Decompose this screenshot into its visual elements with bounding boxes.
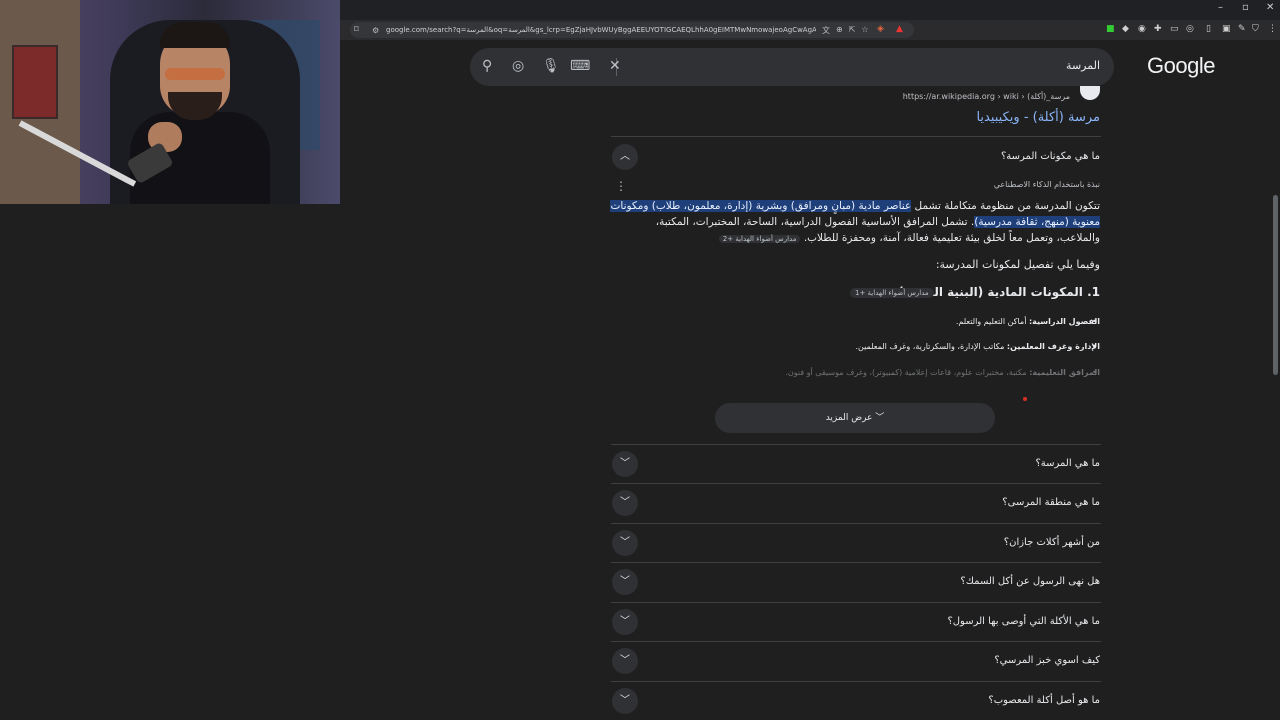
- chevron-down-icon[interactable]: ﹀: [612, 451, 638, 477]
- show-more-button[interactable]: عرض المزيد ﹀: [715, 403, 995, 433]
- extension-icon[interactable]: ■: [1106, 24, 1115, 34]
- source-chip[interactable]: مدارس أضواء الهداية +1: [850, 288, 934, 298]
- url-text: google.com/search?q=المرسة&oq=المرسة&gs_…: [386, 26, 816, 34]
- list-item: الفصول الدراسية: أماكن التعليم والتعلم.: [955, 317, 1100, 326]
- chevron-down-icon[interactable]: ﹀: [612, 688, 638, 714]
- extension-icon[interactable]: ▭: [1170, 24, 1179, 34]
- search-icon[interactable]: ⚲: [482, 58, 492, 74]
- site-info-icon[interactable]: ⚙: [372, 26, 386, 35]
- browser-window: – ▫ ✕ ⌑ ⚙ google.com/search?q=المرسة&oq=…: [340, 0, 1280, 720]
- faq-question[interactable]: ما هي المرسة؟: [1035, 458, 1100, 469]
- divider: [611, 602, 1101, 603]
- browser-toolbar: ⌑ ⚙ google.com/search?q=المرسة&oq=المرسة…: [340, 20, 1280, 40]
- bookmark-icon[interactable]: ⌑: [354, 25, 368, 35]
- keyboard-icon[interactable]: ⌨: [570, 58, 590, 74]
- search-box[interactable]: ⚲ ◎ 🎙 ⌨ ✕ المرسة: [470, 48, 1114, 86]
- extension-icon[interactable]: ◎: [1186, 24, 1194, 34]
- chevron-down-icon[interactable]: ﹀: [612, 490, 638, 516]
- cursor-dot: [1023, 397, 1027, 401]
- scrollbar[interactable]: [1273, 195, 1278, 375]
- chevron-up-icon[interactable]: ︿: [612, 144, 638, 170]
- star-icon[interactable]: ☆: [861, 25, 868, 36]
- divider: [611, 641, 1101, 642]
- chevron-down-icon[interactable]: ﹀: [612, 569, 638, 595]
- faq-question[interactable]: ما هي منطقة المرسى؟: [1002, 497, 1100, 508]
- divider: [611, 483, 1101, 484]
- close-icon[interactable]: ✕: [609, 58, 621, 74]
- result-cite: https://ar.wikipedia.org › wiki › مرسة_(…: [902, 92, 1070, 101]
- translate-icon[interactable]: 文: [822, 25, 830, 36]
- list-item: المرافق التعليمية: مكتبة، مختبرات علوم، …: [785, 368, 1100, 377]
- search-input[interactable]: المرسة: [1066, 59, 1100, 72]
- more-options-icon[interactable]: ⋮: [615, 179, 627, 193]
- sidebar-icon[interactable]: ▯: [1206, 24, 1211, 34]
- restore-icon[interactable]: ▫: [1242, 2, 1249, 13]
- title-bar: – ▫ ✕: [340, 0, 1280, 20]
- leo-icon[interactable]: ✎: [1238, 24, 1246, 34]
- close-window-icon[interactable]: ✕: [1266, 2, 1274, 13]
- details-intro: وفيما يلي تفصيل لمكونات المدرسة:: [935, 258, 1100, 271]
- bullet-dot: •: [1092, 368, 1097, 377]
- ai-answer-paragraph: تتكون المدرسة من منظومة متكاملة تشمل عنا…: [610, 198, 1100, 247]
- search-results-page: Google ⚲ ◎ 🎙 ⌨ ✕ المرسة https://ar.wikip…: [340, 40, 1280, 720]
- lens-icon[interactable]: ◎: [512, 58, 524, 74]
- divider: [611, 562, 1101, 563]
- faq-question[interactable]: ما هي الأكلة التي أوصى بها الرسول؟: [947, 616, 1100, 627]
- extension-icon[interactable]: ◉: [1138, 24, 1146, 34]
- minimize-icon[interactable]: –: [1218, 2, 1223, 13]
- chevron-down-icon[interactable]: ﹀: [612, 609, 638, 635]
- divider: [611, 444, 1101, 445]
- ai-overview-label: نبذة باستخدام الذكاء الاصطناعي: [993, 180, 1100, 189]
- list-item: الإدارة وغرف المعلمين: مكاتب الإدارة، وا…: [855, 342, 1100, 351]
- extensions-puzzle-icon[interactable]: ✚: [1154, 24, 1162, 34]
- answer-text: تتكون المدرسة من منظومة متكاملة تشمل: [911, 200, 1100, 212]
- faq-question[interactable]: ما هي مكونات المرسة؟: [1001, 151, 1100, 162]
- shield-icon[interactable]: ⛉: [1252, 24, 1259, 34]
- divider: [611, 523, 1101, 524]
- faq-question[interactable]: كيف اسوي خبز المرسي؟: [994, 655, 1100, 666]
- address-bar[interactable]: ⌑ ⚙ google.com/search?q=المرسة&oq=المرسة…: [350, 22, 914, 38]
- chevron-down-icon: ﹀: [875, 413, 885, 423]
- faq-question[interactable]: ما هو أصل أكلة المعصوب؟: [988, 695, 1100, 706]
- wallet-icon[interactable]: ▣: [1222, 24, 1231, 34]
- bullet-dot: •: [1092, 317, 1097, 326]
- chevron-down-icon[interactable]: ﹀: [612, 648, 638, 674]
- brave-shield-icon[interactable]: ◈: [877, 24, 884, 34]
- chevron-down-icon[interactable]: ﹀: [612, 530, 638, 556]
- faq-question[interactable]: هل نهى الرسول عن أكل السمك؟: [960, 576, 1100, 587]
- divider: [611, 136, 1101, 137]
- wikipedia-favicon: [1080, 86, 1100, 100]
- result-title-link[interactable]: مرسة (أكلة) - ويكيبيديا: [976, 110, 1100, 125]
- extension-icon[interactable]: ◆: [1122, 24, 1129, 34]
- zoom-icon[interactable]: ⊕: [836, 25, 843, 36]
- share-icon[interactable]: ⇱: [849, 25, 856, 36]
- faq-question[interactable]: من أشهر أكلات جازان؟: [1004, 537, 1100, 548]
- divider: [611, 681, 1101, 682]
- brave-rewards-icon[interactable]: ▲: [896, 24, 903, 34]
- google-logo[interactable]: Google: [1147, 53, 1215, 79]
- webcam-overlay: [0, 0, 340, 204]
- source-chip[interactable]: مدارس أضواء الهداية +2: [718, 235, 801, 243]
- menu-icon[interactable]: ⋮: [1268, 24, 1277, 34]
- mic-icon[interactable]: 🎙: [542, 58, 560, 74]
- bullet-dot: •: [1092, 342, 1097, 351]
